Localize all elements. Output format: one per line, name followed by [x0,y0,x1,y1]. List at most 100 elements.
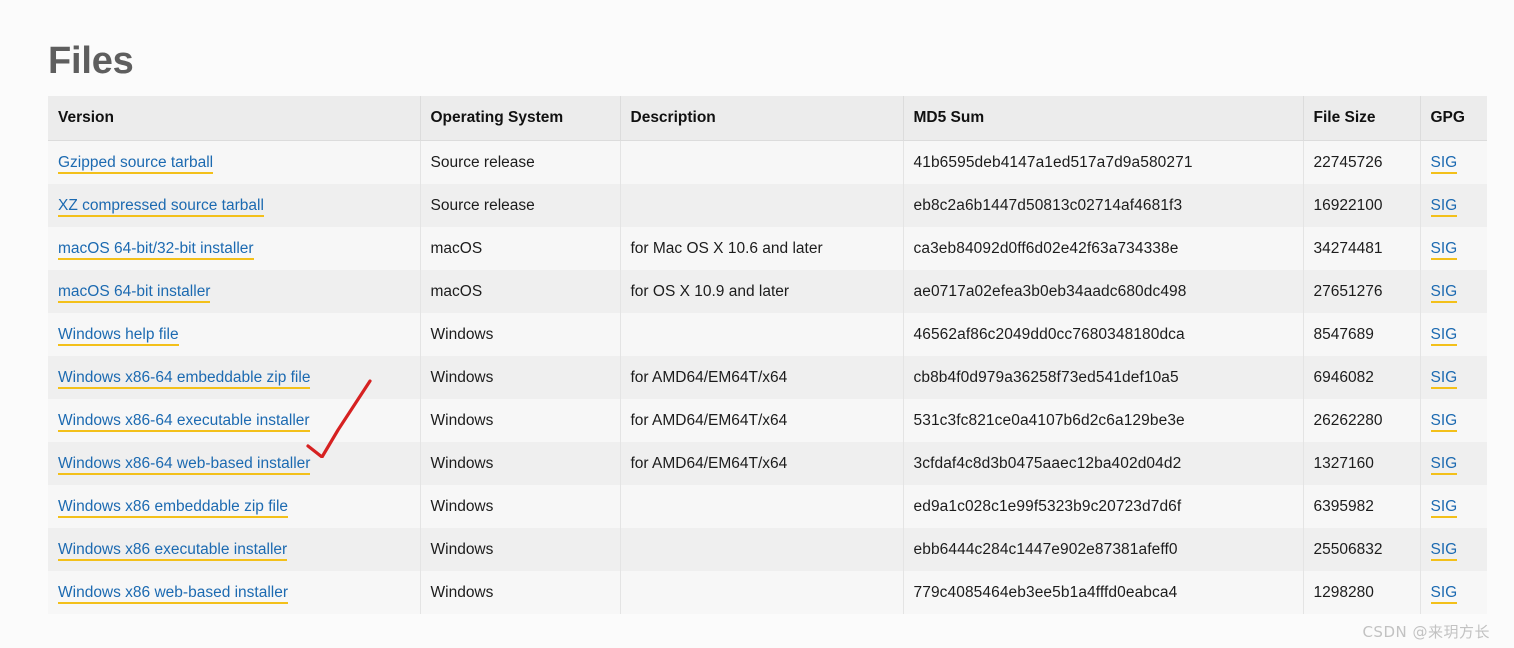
cell-md5-sum: 779c4085464eb3ee5b1a4fffd0eabca4 [903,571,1303,614]
cell-file-size: 26262280 [1303,399,1420,442]
cell-version: Windows x86 executable installer [48,528,420,571]
cell-operating-system: Windows [420,485,620,528]
cell-file-size: 27651276 [1303,270,1420,313]
cell-operating-system: Windows [420,313,620,356]
download-link[interactable]: macOS 64-bit installer [58,283,210,303]
cell-version: Gzipped source tarball [48,141,420,185]
cell-gpg: SIG [1420,313,1487,356]
cell-description [620,184,903,227]
cell-version: Windows x86-64 embeddable zip file [48,356,420,399]
table-row: Windows x86 executable installer Windows e… [48,528,1487,571]
cell-file-size: 6395982 [1303,485,1420,528]
cell-gpg: SIG [1420,270,1487,313]
cell-operating-system: Windows [420,442,620,485]
cell-gpg: SIG [1420,571,1487,614]
cell-file-size: 34274481 [1303,227,1420,270]
cell-version: macOS 64-bit installer [48,270,420,313]
download-link[interactable]: Windows x86 executable installer [58,541,287,561]
cell-operating-system: macOS [420,270,620,313]
watermark: CSDN @来玥方长 [1362,621,1490,642]
cell-file-size: 16922100 [1303,184,1420,227]
download-link[interactable]: XZ compressed source tarball [58,197,264,217]
download-link[interactable]: Windows help file [58,326,179,346]
cell-operating-system: Source release [420,184,620,227]
files-table-container: Version Operating System Description MD5… [48,96,1487,614]
download-link[interactable]: Gzipped source tarball [58,154,213,174]
cell-file-size: 1298280 [1303,571,1420,614]
cell-description: for AMD64/EM64T/x64 [620,442,903,485]
cell-md5-sum: 46562af86c2049dd0cc7680348180dca [903,313,1303,356]
gpg-sig-link[interactable]: SIG [1431,240,1458,260]
cell-md5-sum: ebb6444c284c1447e902e87381afeff0 [903,528,1303,571]
download-link[interactable]: Windows x86 web-based installer [58,584,288,604]
cell-md5-sum: 531c3fc821ce0a4107b6d2c6a129be3e [903,399,1303,442]
cell-version: Windows x86-64 executable installer [48,399,420,442]
table-row: Windows x86-64 executable installer Windo… [48,399,1487,442]
table-header-row: Version Operating System Description MD5… [48,96,1487,141]
cell-version: Windows x86 embeddable zip file [48,485,420,528]
cell-md5-sum: ed9a1c028c1e99f5323b9c20723d7d6f [903,485,1303,528]
gpg-sig-link[interactable]: SIG [1431,197,1458,217]
cell-md5-sum: ae0717a02efea3b0eb34aadc680dc498 [903,270,1303,313]
cell-md5-sum: cb8b4f0d979a36258f73ed541def10a5 [903,356,1303,399]
cell-description: for Mac OS X 10.6 and later [620,227,903,270]
cell-gpg: SIG [1420,528,1487,571]
cell-file-size: 6946082 [1303,356,1420,399]
cell-description [620,485,903,528]
cell-description: for AMD64/EM64T/x64 [620,356,903,399]
gpg-sig-link[interactable]: SIG [1431,369,1458,389]
column-header-file-size: File Size [1303,96,1420,141]
cell-version: macOS 64-bit/32-bit installer [48,227,420,270]
files-table-head: Version Operating System Description MD5… [48,96,1487,141]
cell-operating-system: Windows [420,571,620,614]
cell-gpg: SIG [1420,141,1487,185]
cell-file-size: 1327160 [1303,442,1420,485]
cell-gpg: SIG [1420,356,1487,399]
cell-operating-system: Windows [420,356,620,399]
download-link[interactable]: Windows x86 embeddable zip file [58,498,288,518]
gpg-sig-link[interactable]: SIG [1431,584,1458,604]
gpg-sig-link[interactable]: SIG [1431,154,1458,174]
gpg-sig-link[interactable]: SIG [1431,455,1458,475]
gpg-sig-link[interactable]: SIG [1431,283,1458,303]
cell-gpg: SIG [1420,399,1487,442]
cell-description: for AMD64/EM64T/x64 [620,399,903,442]
cell-version: Windows help file [48,313,420,356]
cell-operating-system: Windows [420,528,620,571]
cell-gpg: SIG [1420,184,1487,227]
column-header-gpg: GPG [1420,96,1487,141]
column-header-operating-system: Operating System [420,96,620,141]
cell-description [620,528,903,571]
gpg-sig-link[interactable]: SIG [1431,498,1458,518]
table-row: Windows x86-64 web-based installer Window… [48,442,1487,485]
download-link[interactable]: Windows x86-64 web-based installer [58,455,310,475]
cell-md5-sum: eb8c2a6b1447d50813c02714af4681f3 [903,184,1303,227]
cell-file-size: 22745726 [1303,141,1420,185]
download-link[interactable]: Windows x86-64 executable installer [58,412,310,432]
files-table: Version Operating System Description MD5… [48,96,1487,614]
page-title: Files [48,37,134,85]
table-row: Windows x86 web-based installer Windows 77… [48,571,1487,614]
table-row: XZ compressed source tarball Source relea… [48,184,1487,227]
download-link[interactable]: macOS 64-bit/32-bit installer [58,240,254,260]
table-row: Windows help file Windows 46562af86c2049dd… [48,313,1487,356]
cell-operating-system: Windows [420,399,620,442]
cell-gpg: SIG [1420,442,1487,485]
column-header-md5-sum: MD5 Sum [903,96,1303,141]
cell-description: for OS X 10.9 and later [620,270,903,313]
download-link[interactable]: Windows x86-64 embeddable zip file [58,369,310,389]
gpg-sig-link[interactable]: SIG [1431,326,1458,346]
cell-description [620,141,903,185]
gpg-sig-link[interactable]: SIG [1431,541,1458,561]
table-row: macOS 64-bit/32-bit installermacOSfor Ma… [48,227,1487,270]
gpg-sig-link[interactable]: SIG [1431,412,1458,432]
cell-description [620,313,903,356]
cell-gpg: SIG [1420,227,1487,270]
table-row: Windows x86 embeddable zip file Windows ed… [48,485,1487,528]
cell-md5-sum: 3cfdaf4c8d3b0475aaec12ba402d04d2 [903,442,1303,485]
cell-version: Windows x86 web-based installer [48,571,420,614]
cell-file-size: 8547689 [1303,313,1420,356]
column-header-description: Description [620,96,903,141]
table-row: macOS 64-bit installer macOSfor OS X 10.9… [48,270,1487,313]
cell-md5-sum: ca3eb84092d0ff6d02e42f63a734338e [903,227,1303,270]
